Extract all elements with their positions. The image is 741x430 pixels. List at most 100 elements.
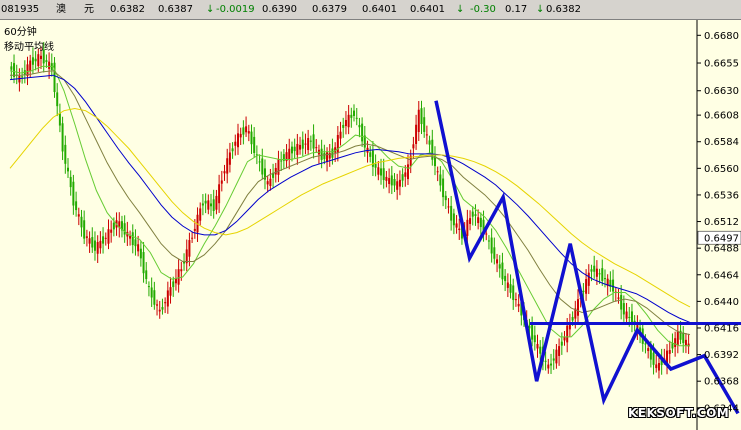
candle-body (425, 134, 428, 136)
candle-body (587, 272, 590, 286)
candle-body (555, 349, 558, 364)
candle-body (404, 172, 407, 177)
candle-body (180, 269, 183, 272)
down-arrow-icon: ↓ (456, 4, 465, 15)
candle-body (655, 364, 658, 369)
candle-body (104, 237, 107, 239)
candle-body (336, 134, 339, 154)
candle-body (603, 277, 606, 280)
candle-body (442, 178, 445, 198)
candle-body (161, 307, 164, 310)
candle-body (199, 208, 202, 221)
candle-body (674, 338, 677, 348)
quote-field-2: 0.6387 (158, 4, 193, 15)
candle-body (439, 174, 442, 186)
candle-body (215, 195, 218, 210)
candle-body (247, 131, 250, 134)
candle-body (458, 228, 461, 230)
last-price: 0.6382 (110, 4, 145, 15)
down-arrow-icon: ↓ (536, 4, 545, 15)
candle-body (576, 299, 579, 316)
candle-body (320, 148, 323, 160)
candle-body (331, 148, 334, 158)
candle-body (288, 148, 291, 160)
price-tick-label: 0.6392 (704, 350, 739, 361)
candle-body (139, 248, 142, 259)
candle-body (644, 343, 647, 345)
candle-body (290, 146, 293, 154)
candle-body (498, 264, 501, 269)
candle-body (326, 152, 329, 162)
candle-body (301, 139, 304, 149)
candle-body (309, 140, 312, 142)
candle-body (304, 143, 307, 145)
candle-body (21, 76, 24, 78)
candle-body (228, 152, 231, 165)
candle-body (266, 181, 269, 185)
candle-body (571, 316, 574, 321)
price-tick-label: 0.6368 (704, 377, 739, 388)
candle-body (477, 217, 480, 224)
candle-body (423, 117, 426, 132)
candle-body (261, 158, 264, 175)
candle-body (315, 147, 318, 149)
candle-body (204, 200, 207, 204)
candle-body (83, 220, 86, 239)
candle-body (245, 126, 248, 133)
candle-body (617, 297, 620, 299)
candle-body (385, 176, 388, 181)
candle-body (417, 109, 420, 133)
candle-body (504, 275, 507, 282)
candle-body (601, 268, 604, 281)
candle-body (66, 167, 69, 172)
candle-body (102, 236, 105, 244)
candle-body (296, 143, 299, 155)
candle-body (474, 214, 477, 216)
candle-body (88, 238, 91, 244)
candle-body (593, 265, 596, 272)
quote-field-9: 0.17 (505, 4, 528, 15)
candle-body (455, 223, 458, 228)
candle-body (509, 284, 512, 293)
candle-body (39, 55, 42, 60)
candle-body (671, 343, 674, 349)
candle-body (533, 335, 536, 343)
candle-body (514, 299, 517, 301)
candle-body (299, 144, 302, 150)
candle-body (353, 110, 356, 116)
candle-body (415, 124, 418, 144)
candle-body (512, 285, 515, 300)
candle-body (339, 131, 342, 139)
candle-body (150, 287, 153, 298)
candle-body (239, 133, 242, 138)
candle-body (77, 214, 80, 217)
candle-body (250, 131, 253, 145)
candle-body (142, 252, 145, 274)
candle-body (156, 304, 159, 306)
candle-body (56, 92, 59, 107)
candle-body (590, 269, 593, 272)
price-tick-label: 0.6560 (704, 164, 739, 175)
candle-body (471, 211, 474, 217)
candle-body (99, 240, 102, 249)
candle-body (560, 341, 563, 346)
candle-body (466, 219, 469, 236)
candle-body (164, 302, 167, 304)
candle-body (485, 233, 488, 235)
candle-body (361, 123, 364, 142)
candle-body (550, 363, 553, 366)
candle-body (183, 262, 186, 264)
candle-body (377, 167, 380, 175)
change-percent: -0.30 (470, 4, 496, 15)
candle-body (490, 237, 493, 254)
candle-body (396, 181, 399, 190)
candle-body (210, 203, 213, 207)
candle-body (469, 218, 472, 224)
price-tick-label: 0.6440 (704, 297, 739, 308)
candle-body (274, 167, 277, 175)
candle-body (191, 237, 194, 239)
candle-body (31, 57, 34, 65)
candle-body (153, 290, 156, 305)
candle-body (131, 232, 134, 246)
candle-body (652, 352, 655, 365)
